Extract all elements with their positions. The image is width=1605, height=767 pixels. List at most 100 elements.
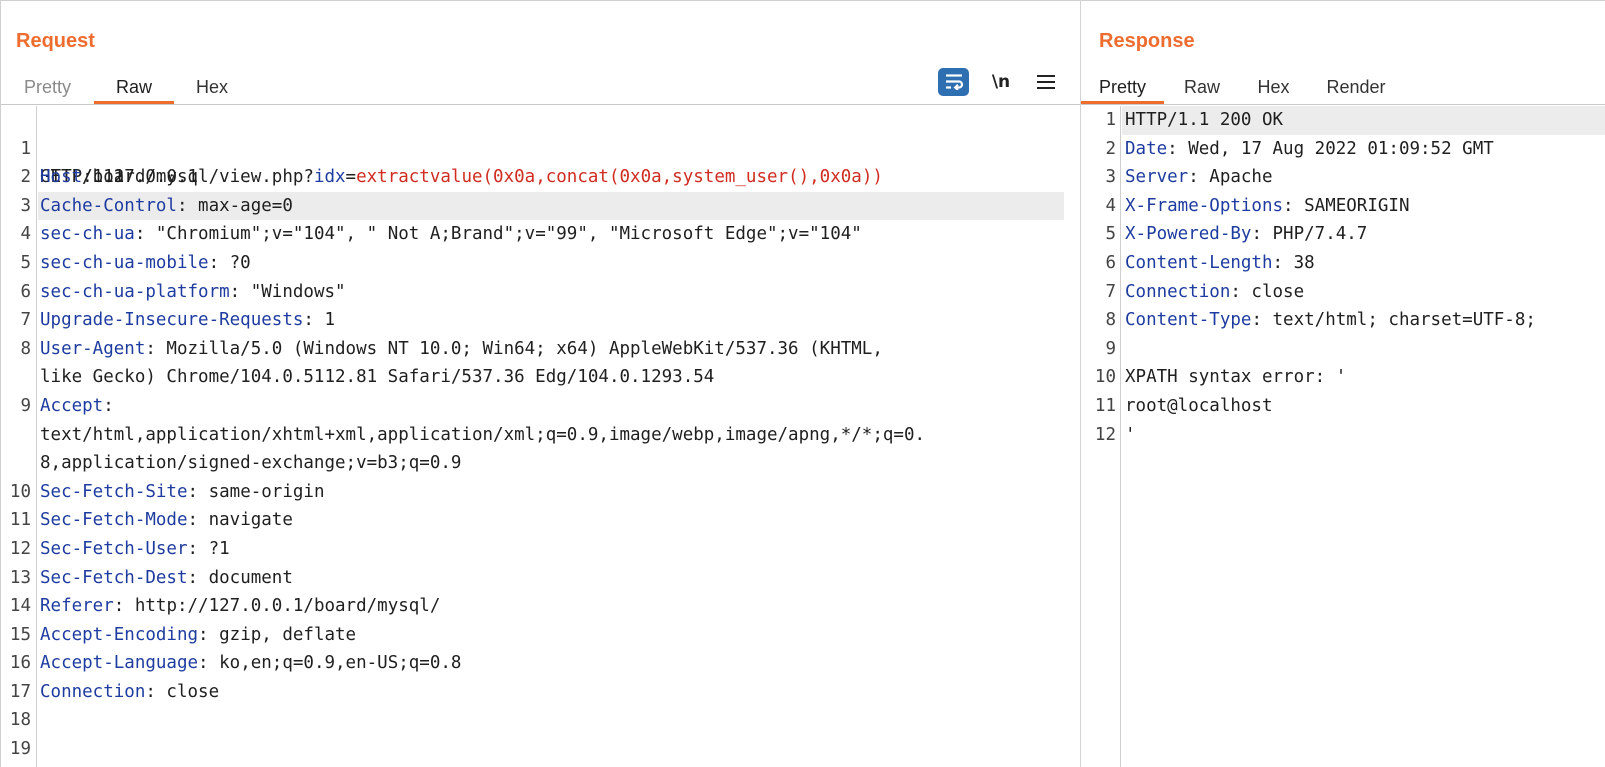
line-number: 5 xyxy=(20,252,31,273)
header-line: 12 Sec-Fetch-User: ?1 xyxy=(1,535,1080,564)
header-line-continuation: text/html,application/xhtml+xml,applicat… xyxy=(1,421,1080,450)
body-text: ' xyxy=(1125,424,1136,445)
empty-line: 9 xyxy=(1081,335,1605,364)
header-name: Date xyxy=(1125,138,1168,159)
header-line: 17 Connection: close xyxy=(1,678,1080,707)
header-name: Sec-Fetch-User xyxy=(40,538,188,559)
tab-render[interactable]: Render xyxy=(1317,72,1395,104)
line-number: 9 xyxy=(1105,338,1116,359)
header-line: 11 Sec-Fetch-Mode: navigate xyxy=(1,506,1080,535)
header-value: : navigate xyxy=(187,510,293,531)
header-value: : "Chromium";v="104", " Not A;Brand";v="… xyxy=(134,224,862,245)
header-name: Referer xyxy=(40,596,114,617)
header-name: sec-ch-ua-mobile xyxy=(40,252,209,273)
header-value: : http://127.0.0.1/board/mysql/ xyxy=(113,596,441,617)
header-line: 4 X-Frame-Options: SAMEORIGIN xyxy=(1081,192,1605,221)
header-name: Sec-Fetch-Dest xyxy=(40,567,188,588)
status-line: HTTP/1.1 200 OK xyxy=(1125,110,1284,130)
tab-raw[interactable]: Raw xyxy=(1177,72,1227,104)
header-value: : SAMEORIGIN xyxy=(1283,195,1410,216)
tab-hex[interactable]: Hex xyxy=(187,72,237,104)
empty-line: 19 xyxy=(1,735,1080,764)
header-name: Sec-Fetch-Mode xyxy=(40,510,188,531)
header-line: 14 Referer: http://127.0.0.1/board/mysql/ xyxy=(1,592,1080,621)
request-line: 1 GET /board/mysql/view.php?idx=extractv… xyxy=(1,106,1080,188)
header-name: Upgrade-Insecure-Requests xyxy=(40,310,304,331)
header-line: 2 Date: Wed, 17 Aug 2022 01:09:52 GMT xyxy=(1081,135,1605,164)
request-title: Request xyxy=(16,30,95,52)
header-line: 16 Accept-Language: ko,en;q=0.9,en-US;q=0… xyxy=(1,649,1080,678)
header-name: Connection xyxy=(40,681,146,702)
line-number: 11 xyxy=(1094,395,1116,416)
tab-raw[interactable]: Raw xyxy=(94,72,174,104)
header-name: X-Frame-Options xyxy=(1125,195,1284,216)
header-value-continuation: 8,application/signed-exchange;v=b3;q=0.9 xyxy=(40,453,462,474)
line-number: 1 xyxy=(1105,110,1116,130)
header-name: Host xyxy=(40,167,83,188)
header-line-highlighted: 3 Cache-Control: max-age=0 xyxy=(1,191,1080,221)
line-number: 11 xyxy=(9,510,31,531)
header-value: : xyxy=(103,395,114,416)
header-line-continuation: 8,application/signed-exchange;v=b3;q=0.9 xyxy=(1,449,1080,478)
request-pane: Request Pretty Raw Hex \n 1 GET /board/m… xyxy=(0,0,1080,767)
header-line: 5 sec-ch-ua-mobile: ?0 xyxy=(1,249,1080,278)
line-number: 7 xyxy=(20,310,31,331)
line-number: 3 xyxy=(20,195,31,216)
header-value: : 38 xyxy=(1272,252,1315,273)
line-number: 6 xyxy=(20,281,31,302)
header-value: : gzip, deflate xyxy=(198,624,357,645)
header-line: 13 Sec-Fetch-Dest: document xyxy=(1,564,1080,593)
header-name: sec-ch-ua xyxy=(40,224,135,245)
request-editor[interactable]: 1 GET /board/mysql/view.php?idx=extractv… xyxy=(1,106,1080,767)
status-line-highlighted: 1 HTTP/1.1 200 OK xyxy=(1081,106,1605,135)
header-line-continuation: like Gecko) Chrome/104.0.5112.81 Safari/… xyxy=(1,363,1080,392)
header-line: 8 User-Agent: Mozilla/5.0 (Windows NT 10.… xyxy=(1,335,1080,364)
header-value: : close xyxy=(145,681,220,702)
response-title: Response xyxy=(1099,30,1195,52)
line-number: 10 xyxy=(9,481,31,502)
line-number: 10 xyxy=(1094,367,1116,388)
header-line: 5 X-Powered-By: PHP/7.4.7 xyxy=(1081,220,1605,249)
header-line: 2 Host: 127.0.0.1 xyxy=(1,163,1080,192)
line-number: 9 xyxy=(20,395,31,416)
header-value: : ko,en;q=0.9,en-US;q=0.8 xyxy=(198,653,462,674)
header-value: : same-origin xyxy=(187,481,325,502)
wrap-lines-button[interactable] xyxy=(938,68,969,96)
header-name: X-Powered-By xyxy=(1125,224,1252,245)
header-line: 8 Content-Type: text/html; charset=UTF-8; xyxy=(1081,306,1605,335)
header-value: : Mozilla/5.0 (Windows NT 10.0; Win64; x… xyxy=(145,338,883,359)
header-value: : "Windows" xyxy=(229,281,346,302)
header-name: Sec-Fetch-Site xyxy=(40,481,188,502)
header-value: : 127.0.0.1 xyxy=(82,167,199,188)
header-line: 7 Upgrade-Insecure-Requests: 1 xyxy=(1,306,1080,335)
line-number: 4 xyxy=(20,224,31,245)
header-value-continuation: text/html,application/xhtml+xml,applicat… xyxy=(40,424,926,445)
header-name: Content-Length xyxy=(1125,252,1273,273)
header-value: : Wed, 17 Aug 2022 01:09:52 GMT xyxy=(1167,138,1494,159)
header-name: Server xyxy=(1125,167,1189,188)
header-line: 10 Sec-Fetch-Site: same-origin xyxy=(1,478,1080,507)
header-value: : ?1 xyxy=(187,538,230,559)
line-number: 15 xyxy=(9,624,31,645)
menu-button[interactable] xyxy=(1031,68,1061,96)
body-text: XPATH syntax error: ' xyxy=(1125,367,1347,388)
show-newlines-button[interactable]: \n xyxy=(986,68,1016,96)
line-number: 8 xyxy=(1105,310,1116,331)
header-name: User-Agent xyxy=(40,338,146,359)
line-number: 2 xyxy=(20,167,31,188)
header-line: 4 sec-ch-ua: "Chromium";v="104", " Not A;… xyxy=(1,220,1080,249)
line-number: 7 xyxy=(1105,281,1116,302)
header-value: : close xyxy=(1230,281,1305,302)
tab-pretty[interactable]: Pretty xyxy=(15,72,80,104)
header-name: sec-ch-ua-platform xyxy=(40,281,230,302)
tab-pretty[interactable]: Pretty xyxy=(1081,72,1164,104)
line-number: 18 xyxy=(9,710,31,731)
request-line-continuation: HTTP/1.1 xyxy=(1,135,1080,187)
response-editor[interactable]: 1 HTTP/1.1 200 OK 2 Date: Wed, 17 Aug 2022… xyxy=(1081,106,1605,767)
tab-hex[interactable]: Hex xyxy=(1251,72,1296,104)
header-line: 9 Accept: xyxy=(1,392,1080,421)
header-value: : ?0 xyxy=(208,252,251,273)
header-line: 6 sec-ch-ua-platform: "Windows" xyxy=(1,278,1080,307)
header-name: Accept xyxy=(40,395,104,416)
body-line: 10 XPATH syntax error: ' xyxy=(1081,363,1605,392)
